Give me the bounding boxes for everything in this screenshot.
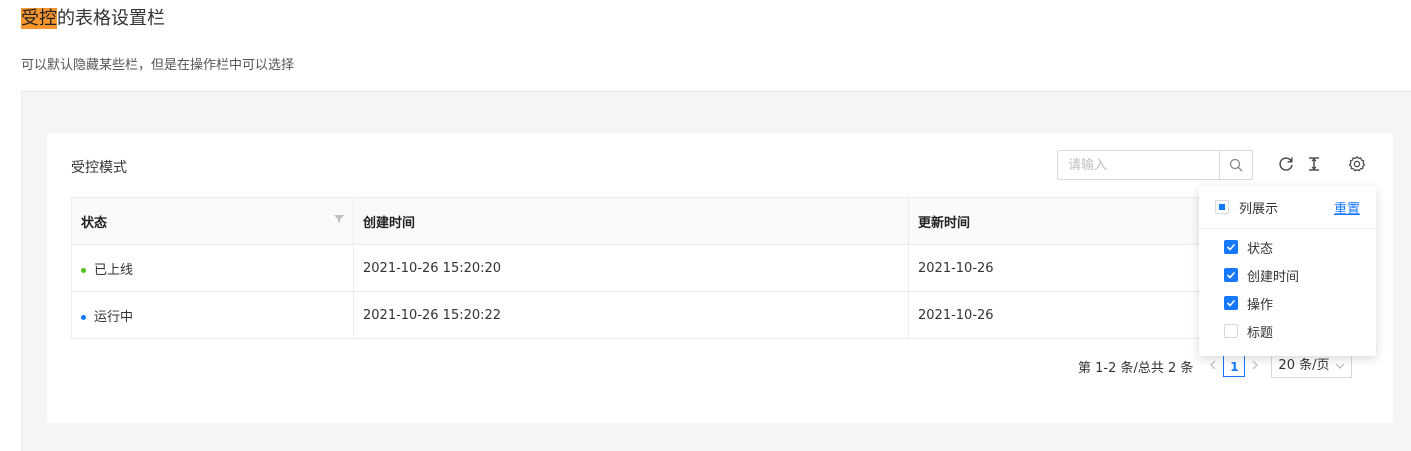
status-cell: 运行中: [71, 291, 354, 339]
chevron-right-icon: [1252, 360, 1259, 369]
column-label: 操作: [1247, 298, 1274, 313]
density-button[interactable]: [1305, 155, 1323, 173]
select-all-checkbox[interactable]: [1215, 200, 1229, 214]
setting-icon: [1348, 155, 1366, 172]
next-page-button[interactable]: [1245, 359, 1265, 374]
page-number-current[interactable]: 1: [1223, 355, 1246, 377]
title-highlight: 受控: [21, 8, 57, 29]
column-settings-title: 列展示: [1239, 202, 1279, 217]
column-checkbox[interactable]: [1224, 268, 1238, 282]
table-header-row: 状态 创建时间 更新时间: [71, 197, 1201, 245]
column-header-created[interactable]: 创建时间: [353, 197, 909, 245]
column-label: 创建时间: [1247, 270, 1300, 285]
created-cell: 2021-10-26 15:20:20: [353, 244, 909, 292]
reload-button[interactable]: [1277, 155, 1295, 173]
table-row: 运行中 2021-10-26 15:20:22 2021-10-26: [71, 291, 1201, 339]
reset-link[interactable]: 重置: [1334, 198, 1360, 217]
search-box: [1057, 150, 1253, 180]
created-cell: 2021-10-26 15:20:22: [353, 291, 909, 339]
table-row: 已上线 2021-10-26 15:20:20 2021-10-26: [71, 244, 1201, 292]
chevron-left-icon: [1210, 360, 1216, 369]
filter-icon[interactable]: [334, 214, 344, 224]
column-settings-header: 列展示 重置: [1199, 186, 1376, 229]
card-title: 受控模式: [71, 160, 127, 176]
column-checkbox[interactable]: [1224, 296, 1238, 310]
status-cell: 已上线: [71, 244, 354, 292]
table-card: 受控模式 状态 创建时间 更新时间: [47, 133, 1393, 423]
data-table: 状态 创建时间 更新时间 已上线 2021-10-26 15:20:20 202…: [71, 197, 1201, 339]
title-rest: 的表格设置栏: [57, 8, 165, 29]
setting-button[interactable]: [1348, 155, 1366, 173]
page-size-select[interactable]: 20 条/页: [1271, 354, 1353, 378]
column-header-status[interactable]: 状态: [71, 197, 354, 245]
pagination-summary: 第 1-2 条/总共 2 条: [1078, 360, 1194, 376]
page-description: 可以默认隐藏某些栏，但是在操作栏中可以选择: [21, 58, 295, 73]
updated-cell: 2021-10-26: [908, 291, 1201, 339]
column-settings-popover: 列展示 重置 状态 创建时间 操作 标题: [1199, 186, 1376, 356]
prev-page-button[interactable]: [1203, 359, 1223, 374]
page-title: 受控的表格设置栏: [21, 6, 165, 32]
search-input[interactable]: [1058, 151, 1219, 179]
status-dot: [81, 267, 86, 273]
chevron-down-icon: [1336, 363, 1345, 369]
density-icon: [1309, 157, 1319, 171]
reload-icon: [1279, 157, 1293, 171]
pagination: 第 1-2 条/总共 2 条 1 20 条/页: [1078, 354, 1353, 378]
column-label: 标题: [1247, 326, 1274, 341]
updated-cell: 2021-10-26: [908, 244, 1201, 292]
search-icon: [1229, 158, 1243, 172]
column-header-updated[interactable]: 更新时间: [908, 197, 1201, 245]
column-checkbox[interactable]: [1224, 240, 1238, 254]
column-label: 状态: [1247, 242, 1274, 257]
column-checkbox[interactable]: [1224, 324, 1238, 338]
search-button[interactable]: [1219, 151, 1252, 179]
status-dot: [81, 314, 86, 320]
